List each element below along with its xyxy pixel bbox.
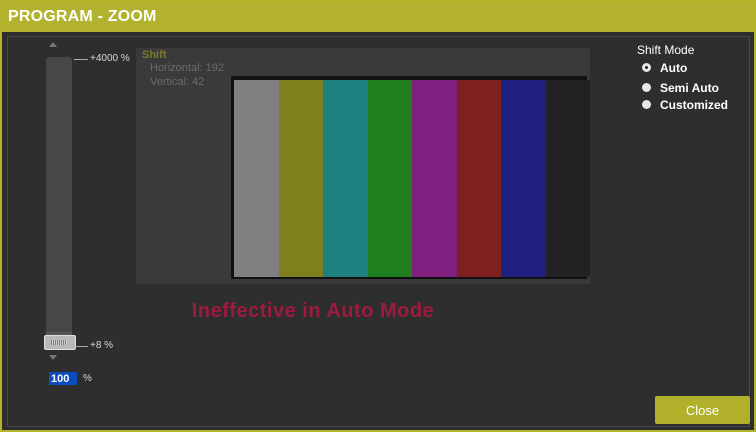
color-bar	[278, 80, 323, 277]
mode-warning-message: Ineffective in Auto Mode	[191, 300, 435, 322]
close-button[interactable]: Close	[655, 396, 750, 424]
shift-mode-title: Shift Mode	[637, 43, 695, 57]
radio-semi-auto[interactable]	[642, 83, 651, 92]
max-tick	[74, 59, 88, 60]
radio-auto[interactable]	[642, 63, 651, 72]
zoom-unit-label: %	[83, 373, 92, 384]
color-bar	[234, 80, 279, 277]
color-bar	[501, 80, 546, 277]
color-bar	[545, 80, 590, 277]
dialog-title: PROGRAM - ZOOM	[8, 8, 157, 25]
zoom-max-label: +4000 %	[90, 53, 130, 64]
slider-down-arrow-icon[interactable]	[49, 355, 57, 360]
color-bar	[367, 80, 412, 277]
color-bar	[456, 80, 501, 277]
radio-customized-label: Customized	[660, 98, 729, 112]
zoom-slider-handle[interactable]	[44, 335, 76, 350]
color-bar	[412, 80, 457, 277]
slider-up-arrow-icon[interactable]	[49, 42, 57, 47]
shift-vertical: Vertical: 42	[150, 76, 205, 88]
shift-horizontal: Horizontal: 192	[150, 62, 224, 74]
radio-auto-label: Auto	[660, 61, 688, 75]
min-tick	[74, 346, 88, 347]
zoom-min-label: +8 %	[90, 340, 114, 351]
shift-title: Shift	[142, 49, 167, 61]
radio-customized[interactable]	[642, 100, 651, 109]
radio-semi-auto-label: Semi Auto	[660, 81, 719, 95]
zoom-dialog: PROGRAM - ZOOM +4000 % +8 % % Shift Hori…	[0, 0, 756, 432]
color-bar	[323, 80, 368, 277]
grip-icon	[51, 340, 67, 345]
zoom-value-input[interactable]	[49, 372, 77, 385]
title-bar: PROGRAM - ZOOM	[2, 2, 754, 32]
